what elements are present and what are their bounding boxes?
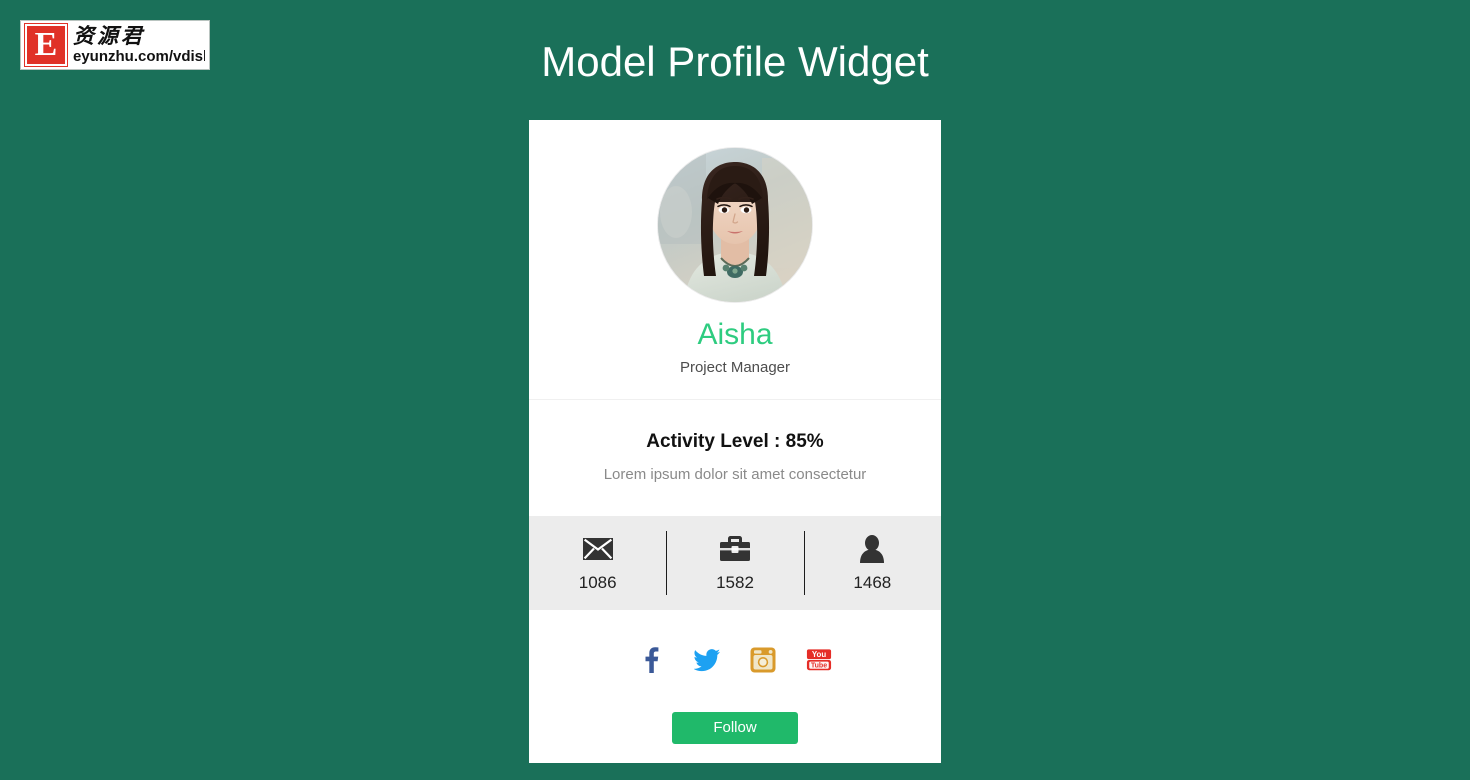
avatar (658, 148, 812, 302)
twitter-icon (694, 649, 720, 672)
profile-header: Aisha Project Manager (529, 120, 941, 400)
profile-name: Aisha (697, 318, 773, 351)
social-link-twitter[interactable] (694, 647, 720, 673)
stat-value: 1582 (716, 572, 754, 592)
stat-messages[interactable]: 1086 (529, 534, 666, 593)
briefcase-icon (666, 534, 803, 564)
facebook-icon (645, 647, 658, 673)
instagram-icon (750, 647, 776, 673)
svg-text:You: You (812, 650, 826, 659)
social-link-youtube[interactable]: You Tube Tube (806, 647, 832, 673)
activity-description: Lorem ipsum dolor sit amet consectetur (603, 466, 867, 483)
stats-bar: 1086 1582 1468 (529, 516, 941, 610)
avatar-photo-icon (658, 148, 812, 302)
stat-value: 1086 (578, 572, 617, 592)
stat-value: 1468 (853, 572, 892, 592)
stat-followers[interactable]: 1468 (804, 534, 941, 593)
youtube-icon: You Tube Tube (806, 649, 832, 671)
social-link-facebook[interactable] (638, 647, 664, 673)
follow-button[interactable]: Follow (672, 712, 798, 744)
page-title: Model Profile Widget (541, 38, 929, 85)
profile-card: Aisha Project Manager Activity Level : 8… (529, 120, 941, 763)
activity-title: Activity Level : 85% (646, 431, 824, 452)
svg-text:Tube: Tube (811, 663, 827, 670)
user-icon (804, 534, 941, 564)
activity-section: Activity Level : 85% Lorem ipsum dolor s… (529, 400, 941, 516)
profile-role: Project Manager (679, 359, 791, 376)
envelope-icon (529, 534, 666, 564)
stat-projects[interactable]: 1582 (666, 534, 803, 593)
social-link-instagram[interactable] (750, 647, 776, 673)
social-links: You Tube Tube (529, 610, 941, 673)
follow-section: Follow (529, 673, 941, 744)
